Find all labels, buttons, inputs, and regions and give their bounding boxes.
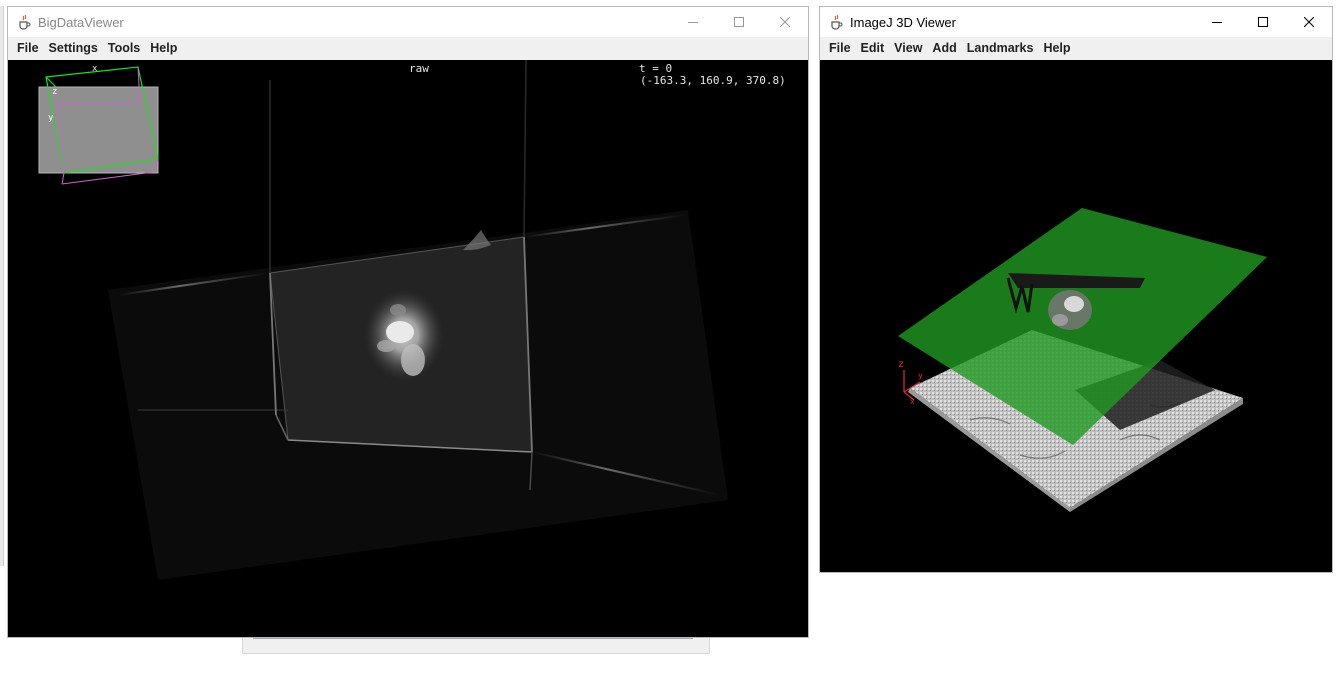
menu-help[interactable]: Help (145, 41, 182, 55)
axis-z-label: z (898, 359, 905, 370)
imagej-3d-viewer-window: ImageJ 3D Viewer File Edit View Add Land… (819, 6, 1333, 573)
menu-tools[interactable]: Tools (103, 41, 145, 55)
volume-render-scene (898, 208, 1267, 512)
menu-view[interactable]: View (889, 41, 927, 55)
close-icon (1304, 17, 1314, 27)
window-title: BigDataViewer (38, 14, 124, 30)
background-window-edge (0, 6, 4, 566)
viewer3d-menubar: File Edit View Add Landmarks Help (820, 37, 1332, 59)
close-button[interactable] (1286, 7, 1332, 37)
minimize-icon (688, 22, 698, 23)
viewer3d-canvas[interactable]: z y x (820, 60, 1332, 572)
orientation-box-overlay (38, 66, 159, 185)
minimize-button[interactable] (1194, 7, 1240, 37)
source-name-label: raw (409, 62, 429, 75)
close-icon (780, 17, 790, 27)
menu-file[interactable]: File (824, 41, 856, 55)
viewer3d-titlebar[interactable]: ImageJ 3D Viewer (820, 7, 1332, 37)
box-axis-x-label: x (92, 64, 98, 74)
bigdataviewer-window: BigDataViewer File Settings Tools Help x… (7, 6, 809, 638)
maximize-icon (1258, 17, 1268, 27)
maximize-button[interactable] (716, 7, 762, 37)
minimize-icon (1212, 22, 1222, 23)
menu-add[interactable]: Add (927, 41, 961, 55)
close-button[interactable] (762, 7, 808, 37)
mouse-coordinates-label: (-163.3, 160.9, 370.8) (640, 74, 786, 87)
menu-file[interactable]: File (12, 41, 44, 55)
axis-y-label: y (918, 371, 923, 380)
java-cup-icon (16, 14, 32, 30)
maximize-button[interactable] (1240, 7, 1286, 37)
window-title: ImageJ 3D Viewer (850, 14, 956, 30)
java-cup-icon (828, 14, 844, 30)
bdv-titlebar[interactable]: BigDataViewer (8, 7, 808, 37)
axis-x-label: x (910, 397, 915, 406)
menu-landmarks[interactable]: Landmarks (962, 41, 1039, 55)
bdv-menubar: File Settings Tools Help (8, 37, 808, 59)
menu-help[interactable]: Help (1038, 41, 1075, 55)
bdv-canvas[interactable]: x z y raw t = 0 (-163.3, 160.9, 370.8) (8, 60, 808, 637)
box-axis-y-label: y (48, 113, 54, 123)
menu-edit[interactable]: Edit (856, 41, 890, 55)
maximize-icon (734, 17, 744, 27)
menu-settings[interactable]: Settings (44, 41, 103, 55)
minimize-button[interactable] (670, 7, 716, 37)
box-axis-z-label: z (52, 87, 58, 97)
